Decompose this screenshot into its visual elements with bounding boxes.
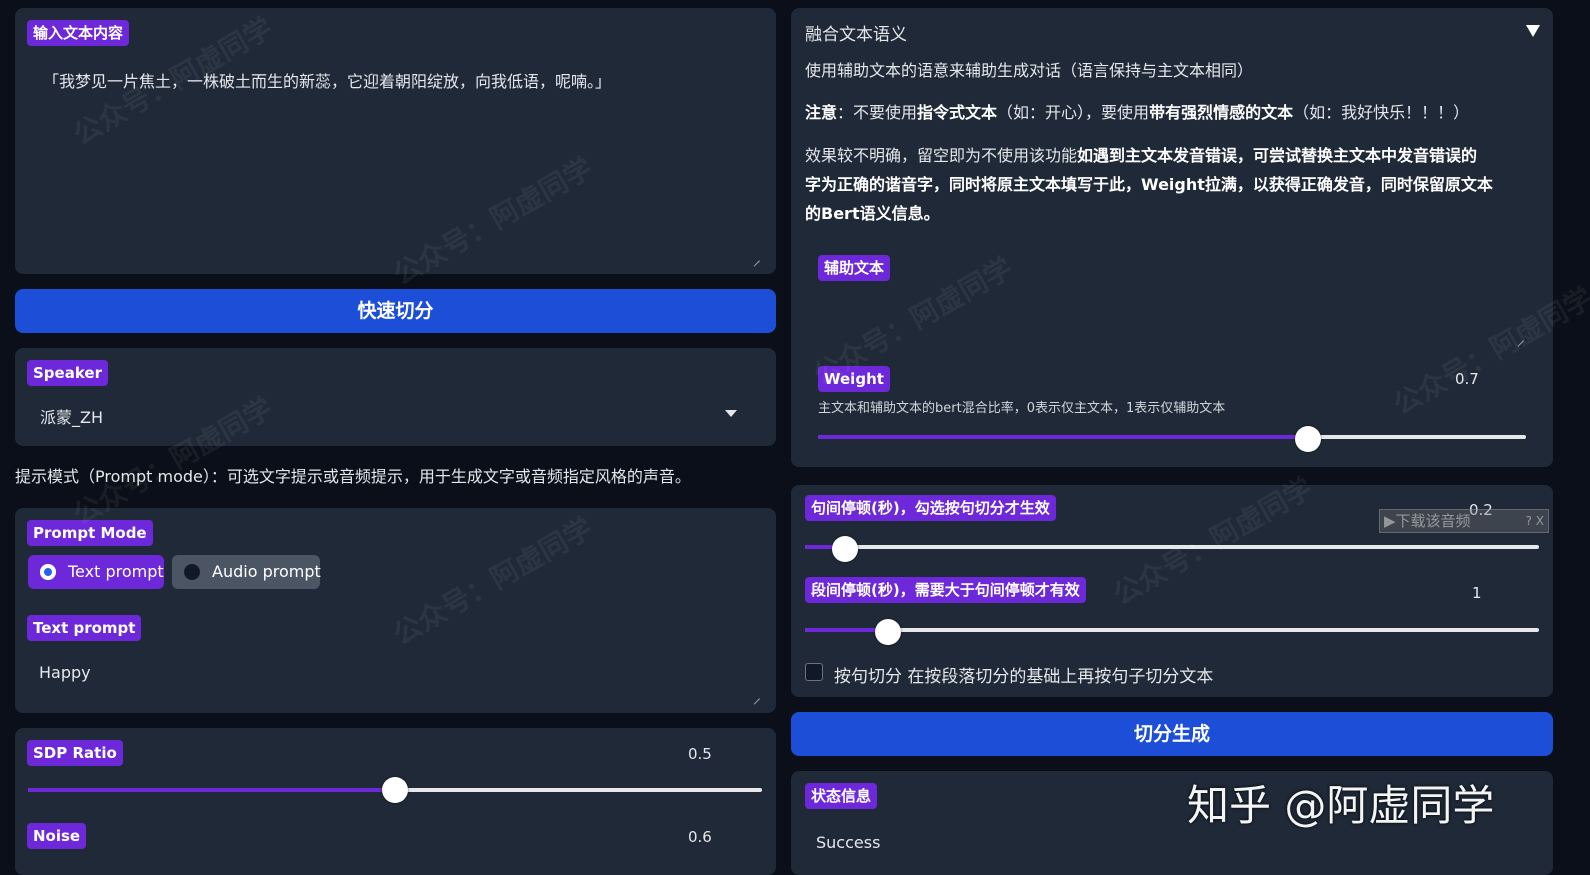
sentence-split-label[interactable]: 按句切分 在按段落切分的基础上再按句子切分文本 [834, 662, 1213, 687]
text-prompt-input[interactable]: Happy [39, 663, 91, 682]
para-pause-value[interactable]: 1 [1472, 584, 1482, 602]
weight-thumb[interactable] [1295, 426, 1321, 452]
aux-text-label: 辅助文本 [818, 255, 891, 281]
fusion-description: 使用辅助文本的语意来辅助生成对话（语言保持与主文本相同） [805, 61, 1254, 80]
effect-bold-2: 字为正确的谐音字，同时将原主文本填写于此，Weight拉满，以获得正确发音，同时… [805, 175, 1493, 194]
download-overlay-text: ▶下载该音频 [1384, 512, 1471, 530]
corner-brand: 知乎 @阿虚同学 [1187, 781, 1495, 830]
sdp-ratio-label: SDP Ratio [27, 740, 123, 766]
para-pause-thumb[interactable] [875, 619, 901, 645]
weight-label: Weight [818, 366, 890, 392]
prompt-mode-hint: 提示模式（Prompt mode）：可选文字提示或音频提示，用于生成文字或音频指… [15, 467, 691, 486]
status-label: 状态信息 [805, 783, 878, 809]
resize-handle-icon[interactable] [752, 253, 760, 261]
sentence-split-desc: 在按段落切分的基础上再按句子切分文本 [907, 667, 1214, 687]
prompt-mode-label: Prompt Mode [27, 520, 153, 546]
quick-split-button[interactable]: 快速切分 [15, 289, 776, 333]
effect-line-3: 的Bert语义信息。 [805, 200, 940, 224]
speaker-label: Speaker [27, 360, 108, 386]
weight-fill [818, 435, 1308, 439]
pause-panel: 句间停顿(秒)，勾选按句切分才生效 0.2 ▶下载该音频 ? X 段间停顿(秒)… [791, 485, 1553, 697]
chevron-down-icon[interactable] [725, 410, 737, 418]
sdp-ratio-thumb[interactable] [382, 777, 408, 803]
status-value: Success [816, 833, 881, 852]
weight-value[interactable]: 0.7 [1455, 370, 1479, 388]
input-text-area[interactable]: 「我梦见一片焦土，一株破土而生的新蕊，它迎着朝阳绽放，向我低语，呢喃。」 [43, 68, 611, 92]
collapse-triangle-icon[interactable] [1526, 25, 1540, 37]
radio-text-prompt[interactable]: Text prompt [28, 555, 164, 589]
fusion-note: 注意：不要使用指令式文本（如：开心），要使用带有强烈情感的文本（如：我好快乐！！… [805, 99, 1469, 123]
effect-line-2: 字为正确的谐音字，同时将原主文本填写于此，Weight拉满，以获得正确发音，同时… [805, 171, 1493, 195]
fusion-title[interactable]: 融合文本语义 [805, 20, 907, 45]
text-prompt-label: Text prompt [27, 615, 142, 641]
radio-selected-icon [40, 564, 56, 580]
fusion-panel: 融合文本语义 使用辅助文本的语意来辅助生成对话（语言保持与主文本相同） 注意：不… [791, 8, 1553, 467]
note-strong: 注意 [805, 103, 838, 122]
effect-normal: 效果较不明确，留空即为不使用该功能 [805, 146, 1078, 165]
sentence-pause-track[interactable] [805, 545, 1539, 549]
effect-bold-3: 的Bert语义信息。 [805, 204, 940, 223]
sdp-noise-panel: SDP Ratio 0.5 Noise 0.6 [15, 728, 776, 875]
download-overlay[interactable]: ▶下载该音频 ? X [1379, 509, 1549, 533]
sentence-pause-thumb[interactable] [832, 536, 858, 562]
effect-bold-1: 如遇到主文本发音错误，可尝试替换主文本中发音错误的 [1077, 146, 1478, 165]
resize-handle-icon[interactable] [1516, 333, 1524, 341]
effect-line-1: 效果较不明确，留空即为不使用该功能如遇到主文本发音错误，可尝试替换主文本中发音错… [805, 142, 1477, 166]
sentence-split-name: 按句切分 [834, 667, 902, 687]
prompt-mode-panel: Prompt Mode Text prompt Audio prompt Tex… [15, 508, 776, 713]
speaker-select[interactable]: 派蒙_ZH [40, 404, 103, 428]
radio-unselected-icon [184, 564, 200, 580]
sdp-ratio-fill [28, 788, 395, 792]
weight-description: 主文本和辅助文本的bert混合比率，0表示仅主文本，1表示仅辅助文本 [818, 401, 1226, 416]
input-text-panel: 输入文本内容 「我梦见一片焦土，一株破土而生的新蕊，它迎着朝阳绽放，向我低语，呢… [15, 8, 776, 274]
sdp-ratio-value[interactable]: 0.5 [688, 745, 712, 763]
input-text-label: 输入文本内容 [27, 20, 130, 46]
noise-label: Noise [27, 823, 87, 849]
aux-text-input[interactable] [818, 290, 1526, 345]
radio-audio-prompt[interactable]: Audio prompt [172, 555, 321, 589]
noise-value[interactable]: 0.6 [688, 828, 712, 846]
resize-handle-icon[interactable] [752, 691, 760, 699]
note-strong-3: 带有强烈情感的文本 [1149, 103, 1294, 122]
para-pause-label: 段间停顿(秒)，需要大于句间停顿才有效 [805, 577, 1086, 603]
para-pause-track[interactable] [805, 628, 1539, 632]
split-generate-button[interactable]: 切分生成 [791, 712, 1553, 756]
sentence-split-checkbox[interactable] [805, 663, 823, 681]
radio-audio-prompt-label: Audio prompt [212, 562, 321, 581]
note-strong-2: 指令式文本 [917, 103, 998, 122]
sentence-pause-label: 句间停顿(秒)，勾选按句切分才生效 [805, 495, 1056, 521]
overlay-help-close-icons[interactable]: ? X [1526, 510, 1544, 532]
note-text-1: ：不要使用 [837, 103, 918, 122]
speaker-panel: Speaker 派蒙_ZH [15, 348, 776, 446]
note-text-2: （如：开心），要使用 [997, 103, 1150, 122]
radio-text-prompt-label: Text prompt [68, 562, 164, 581]
note-text-3: （如：我好快乐！！！） [1293, 103, 1470, 122]
